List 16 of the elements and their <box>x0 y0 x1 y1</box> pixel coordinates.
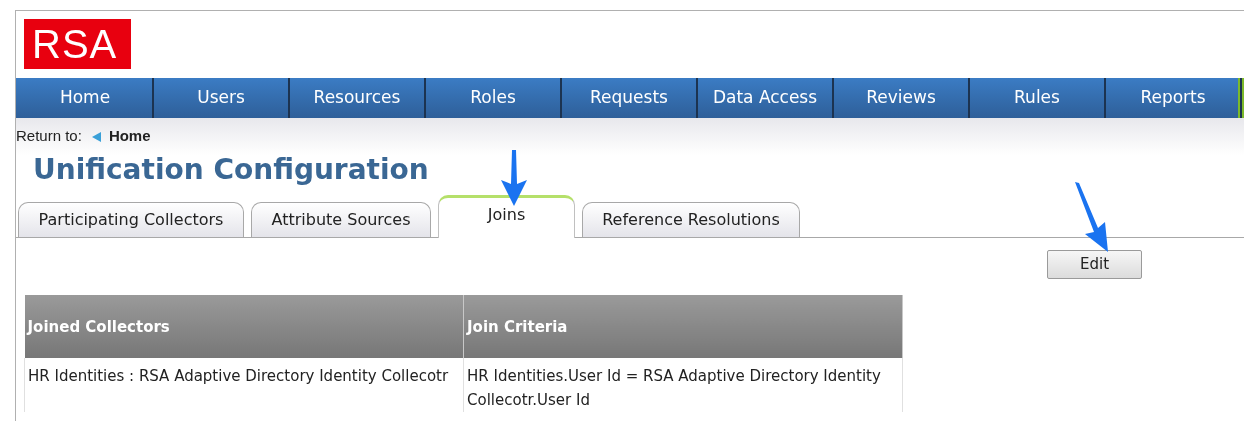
back-arrow-icon <box>91 131 101 142</box>
column-header: Join Criteria <box>463 295 903 358</box>
tab[interactable]: Attribute Sources <box>251 202 431 237</box>
tab[interactable]: Reference Resolutions <box>582 202 800 237</box>
edit-button[interactable]: Edit <box>1047 250 1142 279</box>
table-cell: HR Identities.User Id = RSA Adaptive Directory Identity Collecotr.User Id <box>463 358 903 412</box>
rsa-logo: RSA <box>24 19 131 69</box>
breadcrumb-label: Return to: <box>16 126 82 147</box>
arrow-icon <box>499 150 529 206</box>
tab[interactable]: Joins <box>438 195 575 238</box>
page-title: Unification Configuration <box>33 155 429 188</box>
arrow-icon <box>1073 182 1111 252</box>
column-header: Joined Collectors <box>24 295 464 358</box>
table-cell: HR Identities : RSA Adaptive Directory Identity Collecotr <box>24 358 464 412</box>
home-link[interactable]: Home <box>91 125 151 148</box>
tab[interactable]: Participating Collectors <box>18 202 244 237</box>
